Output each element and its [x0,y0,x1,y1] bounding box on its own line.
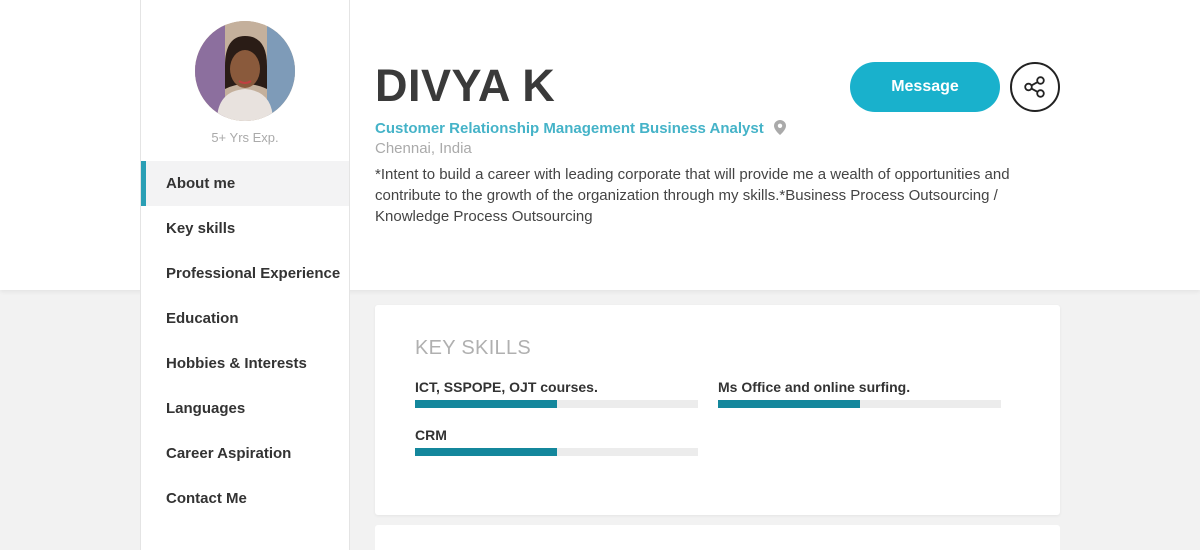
skill-item: Ms Office and online surfing. [718,379,1001,408]
profile-title-row: Customer Relationship Management Busines… [375,120,845,158]
sidebar-item-education[interactable]: Education [141,296,349,341]
about-text: *Intent to build a career with leading c… [375,166,1010,225]
skill-label: ICT, SSPOPE, OJT courses. [415,379,598,395]
skill-item: CRM [415,427,698,456]
skill-bar-fill [718,400,860,408]
experience-label: 5+ Yrs Exp. [211,130,279,145]
skill-bar-fill [415,400,557,408]
message-button[interactable]: Message [850,62,1000,112]
sidebar-item-contact-me[interactable]: Contact Me [141,476,349,521]
skill-bar [718,400,1001,408]
key-skills-title: KEY SKILLS [415,337,532,359]
sidebar-nav: About me Key skills Professional Experie… [141,161,349,521]
skill-bar [415,448,698,456]
sidebar-item-about-me[interactable]: About me [141,161,349,206]
profile-name: DIVYA K [375,60,556,111]
sidebar-item-languages[interactable]: Languages [141,386,349,431]
skill-label: CRM [415,427,447,443]
sidebar-item-career-aspiration[interactable]: Career Aspiration [141,431,349,476]
share-icon [1024,76,1045,98]
sidebar-item-key-skills[interactable]: Key skills [141,206,349,251]
sidebar-item-professional-experience[interactable]: Professional Experience [141,251,349,296]
sidebar: 5+ Yrs Exp. About me Key skills Professi… [140,0,350,550]
skill-bar-fill [415,448,557,456]
skill-label: Ms Office and online surfing. [718,379,911,395]
skill-item: ICT, SSPOPE, OJT courses. [415,379,698,408]
avatar [195,21,295,121]
skill-bar [415,400,698,408]
location: Chennai, India [375,140,472,157]
sidebar-item-hobbies-interests[interactable]: Hobbies & Interests [141,341,349,386]
job-title: Customer Relationship Management Busines… [375,120,764,137]
avatar-photo [195,21,295,121]
location-pin-icon [773,120,786,140]
key-skills-card: KEY SKILLS ICT, SSPOPE, OJT courses. Ms … [375,305,1060,515]
share-button[interactable] [1010,62,1060,112]
next-section-card [375,525,1060,550]
